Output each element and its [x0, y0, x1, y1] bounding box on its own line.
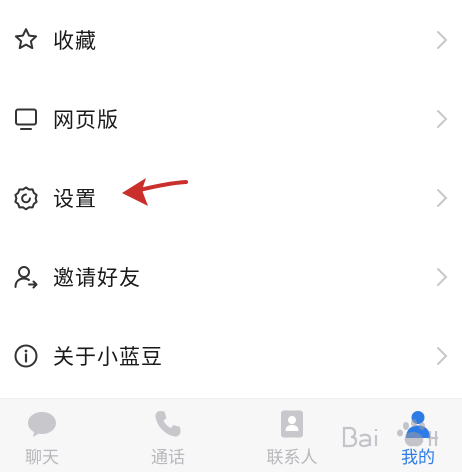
tab-chat[interactable]: 聊天 [0, 399, 92, 472]
menu-item-favorites[interactable]: 收藏 [0, 0, 462, 79]
menu-item-invite-friends[interactable]: 邀请好友 [0, 237, 462, 316]
menu-item-label: 关于小蓝豆 [53, 344, 163, 369]
menu-item-label: 邀请好友 [53, 265, 141, 290]
monitor-icon [12, 105, 40, 133]
menu-item-label: 网页版 [53, 107, 119, 132]
tab-contacts[interactable]: 联系人 [242, 399, 342, 472]
settings-menu: 收藏 网页版 设置 邀请好友 关于小蓝豆 [0, 0, 462, 369]
menu-item-about[interactable]: 关于小蓝豆 [0, 316, 462, 395]
contacts-book-icon [276, 409, 308, 439]
chat-bubble-icon [26, 409, 58, 439]
annotation-arrow-icon [118, 168, 190, 212]
gear-icon [12, 184, 40, 212]
chevron-right-icon [436, 346, 448, 366]
me-page: 收藏 网页版 设置 邀请好友 关于小蓝豆 聊天 通话 联系人 我的 [0, 0, 462, 472]
invite-user-icon [12, 263, 40, 291]
chevron-right-icon [436, 188, 448, 208]
tab-call[interactable]: 通话 [118, 399, 218, 472]
baidu-watermark-logo [340, 418, 456, 458]
chevron-right-icon [436, 267, 448, 287]
phone-icon [152, 409, 184, 439]
tab-label: 通话 [151, 448, 185, 468]
menu-item-label: 设置 [53, 186, 97, 211]
tab-label: 联系人 [266, 448, 318, 468]
menu-item-web-version[interactable]: 网页版 [0, 79, 462, 158]
menu-item-label: 收藏 [53, 28, 97, 53]
chevron-right-icon [436, 109, 448, 129]
menu-item-settings[interactable]: 设置 [0, 158, 462, 237]
tab-label: 聊天 [25, 448, 59, 468]
star-icon [12, 26, 40, 54]
chevron-right-icon [436, 30, 448, 50]
info-icon [12, 342, 40, 370]
